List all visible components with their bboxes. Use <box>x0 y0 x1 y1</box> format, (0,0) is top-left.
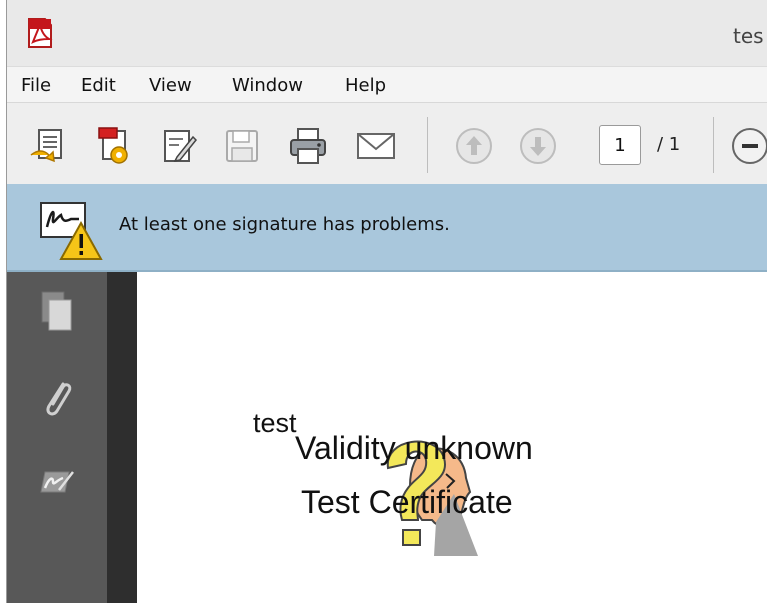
toolbar-separator <box>427 117 428 173</box>
toolbar-separator <box>713 117 714 173</box>
menu-window[interactable]: Window <box>232 75 303 96</box>
pdf-app-icon <box>28 18 53 48</box>
menu-bar: File Edit View Window Help <box>7 66 767 103</box>
email-icon[interactable] <box>355 125 397 167</box>
document-page: test Validity unknown Test Certificate <box>137 272 767 603</box>
validity-status-text: Validity unknown <box>295 430 533 466</box>
signature-bar: At least one signature has problems. <box>7 184 767 272</box>
attachments-icon[interactable] <box>39 376 75 420</box>
navigation-panel <box>7 272 107 603</box>
signature-field-label: test <box>253 408 297 438</box>
menu-view[interactable]: View <box>149 75 192 96</box>
open-file-icon[interactable] <box>27 125 69 167</box>
print-icon[interactable] <box>287 125 329 167</box>
pages-panel-icon[interactable] <box>39 290 75 334</box>
document-gutter <box>107 272 137 603</box>
signature-message: At least one signature has problems. <box>119 214 450 235</box>
save-icon[interactable] <box>221 125 263 167</box>
menu-file[interactable]: File <box>21 75 51 96</box>
title-bar: tes <box>7 0 767 66</box>
next-page-icon[interactable] <box>517 125 559 167</box>
menu-help[interactable]: Help <box>345 75 386 96</box>
reader-window: tes File Edit View Window Help 1 / 1 At … <box>6 0 767 603</box>
menu-edit[interactable]: Edit <box>81 75 116 96</box>
window-title: tes <box>733 24 764 48</box>
page-number-input[interactable]: 1 <box>599 125 641 165</box>
zoom-out-icon[interactable] <box>729 125 767 167</box>
signature-warning-icon[interactable] <box>39 201 105 261</box>
edit-document-icon[interactable] <box>157 125 199 167</box>
toolbar: 1 / 1 <box>7 102 767 186</box>
page-total: / 1 <box>657 134 681 155</box>
signatures-panel-icon[interactable] <box>39 458 75 502</box>
create-pdf-icon[interactable] <box>91 125 133 167</box>
previous-page-icon[interactable] <box>453 125 495 167</box>
certificate-name-text: Test Certificate <box>301 484 513 520</box>
